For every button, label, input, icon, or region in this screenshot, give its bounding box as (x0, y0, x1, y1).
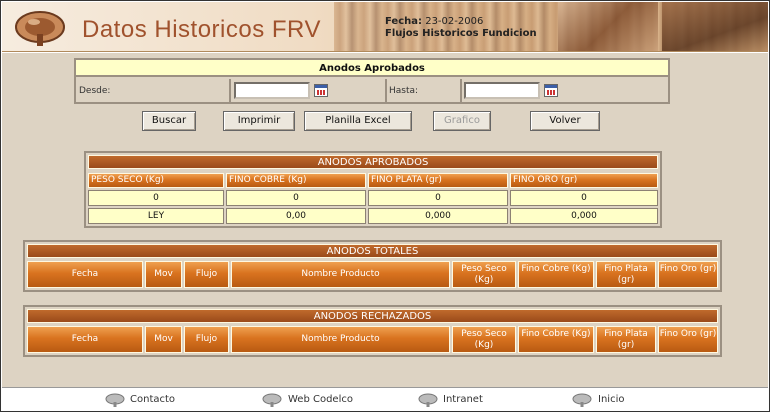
aprobados-cell: 0,00 (226, 208, 366, 224)
rechazados-header-mov: Mov (145, 326, 182, 353)
filter-divider (385, 79, 387, 102)
header-photo-worker (662, 2, 768, 51)
app-title: Datos Historicos FRV (82, 16, 321, 43)
aprobados-table: ANODOS APROBADOS PESO SECO (Kg) FINO COB… (84, 151, 662, 228)
fecha-label: Fecha: (385, 16, 423, 27)
aprobados-cell: 0,000 (368, 208, 508, 224)
inicio-icon (572, 393, 592, 407)
totales-header-fecha: Fecha (27, 261, 143, 288)
volver-button[interactable]: Volver (530, 111, 600, 131)
rechazados-header-peso: Peso Seco (Kg) (452, 326, 516, 353)
totales-header-cobre: Fino Cobre (Kg) (518, 261, 594, 288)
rechazados-header-plata: Fino Plata (gr) (596, 326, 656, 353)
rechazados-header-oro: Fino Oro (gr) (658, 326, 718, 353)
desde-input[interactable] (234, 82, 310, 99)
aprobados-cell: 0 (226, 190, 366, 206)
totales-header-peso: Peso Seco (Kg) (452, 261, 516, 288)
main-content: Anodos Aprobados Desde: Hasta: Buscar Im… (2, 53, 768, 387)
footer-link-web-codelco[interactable]: Web Codelco (288, 394, 353, 405)
aprobados-header-plata: FINO PLATA (gr) (368, 173, 508, 188)
planilla-excel-button[interactable]: Planilla Excel (304, 111, 412, 131)
buscar-button[interactable]: Buscar (142, 111, 196, 131)
filter-divider (229, 79, 231, 102)
totales-title: ANODOS TOTALES (27, 244, 718, 258)
totales-header-producto: Nombre Producto (231, 261, 450, 288)
rechazados-title: ANODOS RECHAZADOS (27, 309, 718, 323)
filter-panel: Anodos Aprobados Desde: Hasta: (74, 58, 670, 104)
aprobados-header-peso: PESO SECO (Kg) (88, 173, 224, 188)
imprimir-button[interactable]: Imprimir (223, 111, 295, 131)
aprobados-cell: 0 (510, 190, 658, 206)
totales-header-oro: Fino Oro (gr) (658, 261, 718, 288)
filter-divider (460, 79, 462, 102)
rechazados-table: ANODOS RECHAZADOS Fecha Mov Flujo Nombre… (23, 305, 722, 357)
aprobados-cell: 0 (88, 190, 224, 206)
rechazados-header-producto: Nombre Producto (231, 326, 450, 353)
header-info: Fecha: 23-02-2006 Flujos Historicos Fund… (385, 16, 537, 40)
fecha-value: 23-02-2006 (425, 16, 484, 27)
footer-link-intranet[interactable]: Intranet (443, 394, 483, 405)
footer-link-inicio[interactable]: Inicio (598, 394, 624, 405)
filter-title: Anodos Aprobados (76, 60, 668, 77)
desde-calendar-icon[interactable] (314, 84, 328, 97)
aprobados-header-oro: FINO ORO (gr) (510, 173, 658, 188)
aprobados-title: ANODOS APROBADOS (88, 155, 658, 169)
codelco-logo-icon (15, 11, 65, 46)
header-subtitle: Flujos Historicos Fundicion (385, 28, 537, 39)
totales-header-plata: Fino Plata (gr) (596, 261, 656, 288)
page-header: Datos Historicos FRV Fecha: 23-02-2006 F… (2, 2, 768, 52)
desde-label: Desde: (79, 86, 111, 96)
footer-link-contacto[interactable]: Contacto (130, 394, 175, 405)
totales-header-mov: Mov (145, 261, 182, 288)
rechazados-header-fecha: Fecha (27, 326, 143, 353)
totales-header-flujo: Flujo (184, 261, 229, 288)
web-codelco-icon (262, 393, 282, 407)
intranet-icon (418, 393, 438, 407)
grafico-button[interactable]: Grafico (433, 111, 491, 131)
hasta-calendar-icon[interactable] (544, 84, 558, 97)
window-frame: Datos Historicos FRV Fecha: 23-02-2006 F… (0, 0, 770, 412)
header-photo-smelter (558, 2, 658, 51)
page-footer: Contacto Web Codelco Intranet Inicio (2, 387, 768, 411)
rechazados-header-flujo: Flujo (184, 326, 229, 353)
aprobados-ley-label: LEY (88, 208, 224, 224)
totales-table: ANODOS TOTALES Fecha Mov Flujo Nombre Pr… (23, 240, 722, 292)
hasta-input[interactable] (464, 82, 540, 99)
rechazados-header-cobre: Fino Cobre (Kg) (518, 326, 594, 353)
aprobados-cell: 0,000 (510, 208, 658, 224)
aprobados-header-cobre: FINO COBRE (Kg) (226, 173, 366, 188)
contacto-icon (105, 393, 125, 407)
hasta-label: Hasta: (389, 86, 419, 96)
aprobados-cell: 0 (368, 190, 508, 206)
